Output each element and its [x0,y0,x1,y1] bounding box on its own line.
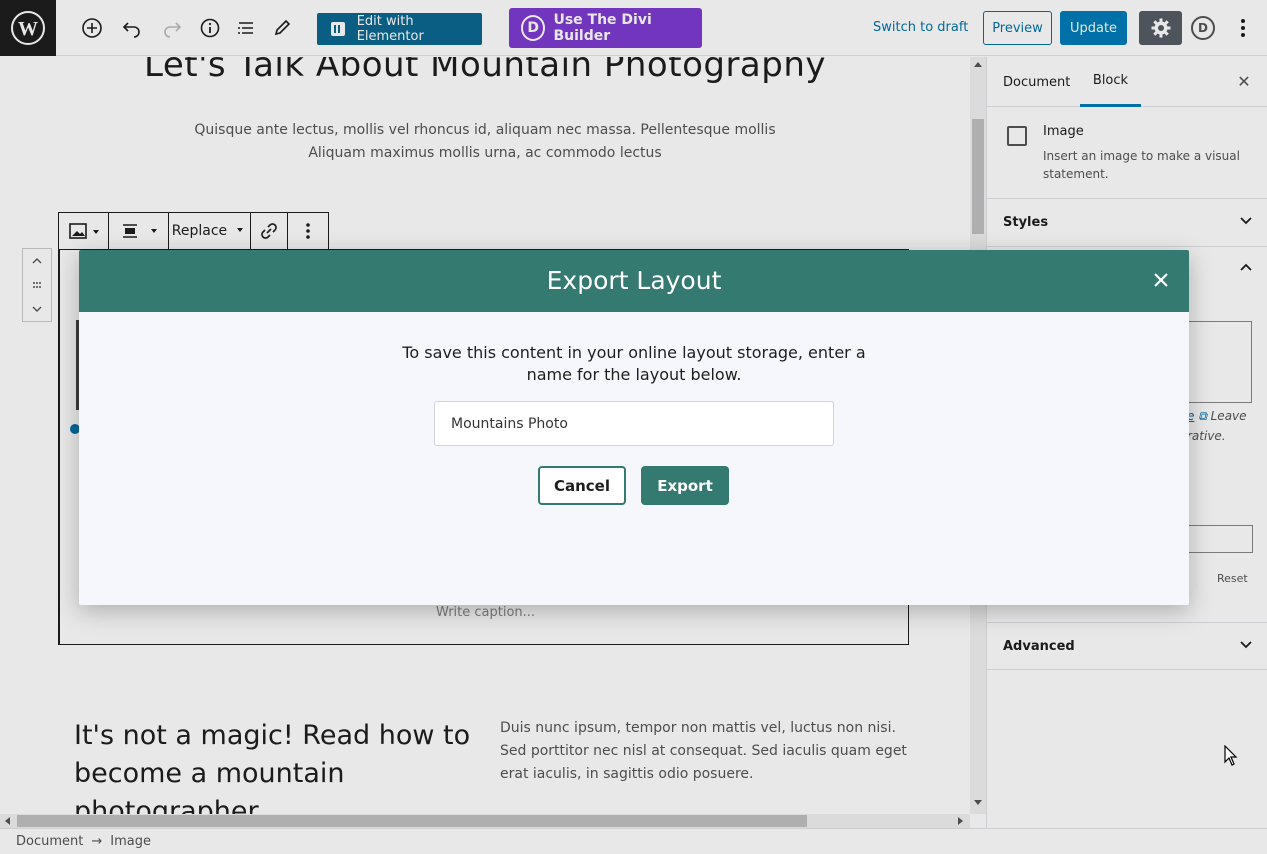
cancel-button[interactable]: Cancel [538,466,626,505]
close-icon[interactable] [1149,268,1173,292]
modal-description: To save this content in your online layo… [402,343,866,384]
modal-header: Export Layout [79,250,1189,312]
layout-name-input[interactable] [434,401,834,446]
export-button[interactable]: Export [641,466,729,505]
export-layout-modal: Export Layout To save this content in yo… [79,250,1189,605]
modal-body: To save this content in your online layo… [79,312,1189,605]
modal-title: Export Layout [546,266,722,295]
mouse-cursor-icon [1224,745,1238,766]
